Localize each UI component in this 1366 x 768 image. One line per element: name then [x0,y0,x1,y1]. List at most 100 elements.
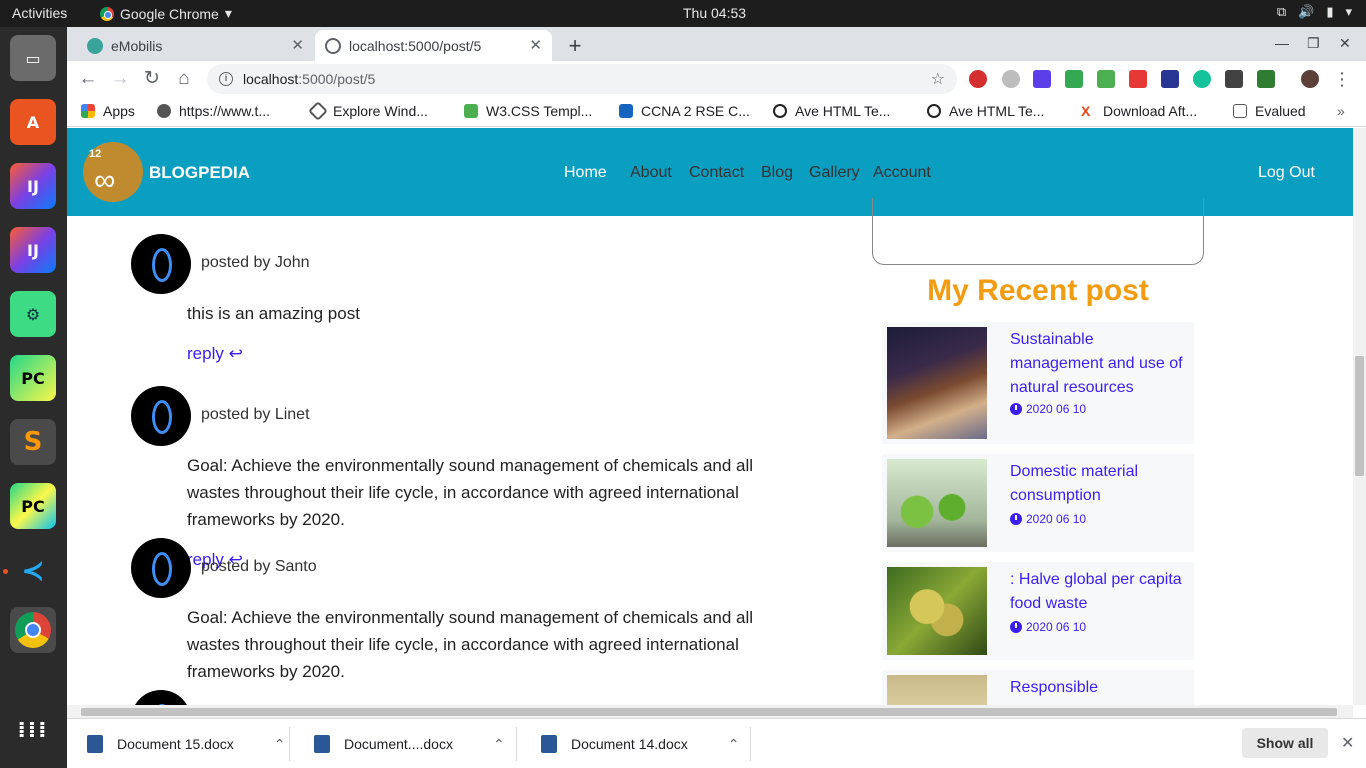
date-text: 2020 06 10 [1026,402,1087,416]
recent-post-title[interactable]: : Halve global per capita food waste [1010,568,1190,616]
reply-link[interactable]: reply ↩ [187,344,243,364]
download-item[interactable]: Document....docx ⌃ [314,735,505,753]
bookmark-label: https://www.t... [179,103,271,119]
close-window-icon[interactable]: ✕ [1339,35,1351,52]
nav-blog[interactable]: Blog [761,164,793,182]
recent-post-item[interactable]: Domestic material consumption 2020 06 10 [882,454,1194,552]
divider [750,727,751,761]
adblock-extension-icon[interactable] [969,70,987,88]
nav-home[interactable]: Home [564,164,607,182]
bookmark-item[interactable]: https://www.t... [157,103,270,119]
intellij-icon[interactable]: IJ [10,227,56,273]
chevron-up-icon[interactable]: ⌃ [274,736,286,753]
horizontal-scrollbar[interactable] [67,705,1353,718]
extension-icon[interactable] [1161,70,1179,88]
post-thumbnail[interactable] [887,567,987,655]
recent-post-item[interactable]: Responsible [882,670,1194,705]
extension-icon[interactable] [1002,70,1020,88]
logout-link[interactable]: Log Out [1258,164,1315,182]
bookmark-item[interactable]: CCNA 2 RSE C... [619,103,750,119]
recent-post-date: 2020 06 10 [1010,620,1086,634]
forward-icon[interactable]: → [107,66,133,92]
close-icon[interactable]: ✕ [291,36,304,54]
nav-about[interactable]: About [630,164,672,182]
clock[interactable]: Thu 04:53 [683,5,746,21]
extension-icon[interactable] [1033,70,1051,88]
extension-icon[interactable] [1225,70,1243,88]
scrollbar-thumb[interactable] [81,708,1337,716]
show-apps-icon[interactable]: ⁞⁞⁞ [10,707,56,753]
system-tray[interactable]: ⧉ 🔊 ▮ ▾ [1277,4,1352,20]
globe-icon [157,104,171,118]
menu-icon[interactable]: ⋮ [1333,70,1351,88]
extension-icon[interactable] [1257,70,1275,88]
scrollbar-thumb[interactable] [1355,356,1364,476]
pycharm-icon[interactable]: PC [10,355,56,401]
post-thumbnail[interactable] [887,327,987,439]
tab-emobilis[interactable]: eMobilis ✕ [77,30,314,61]
app-menu[interactable]: Google Chrome ▾ [100,5,232,22]
bookmark-star-icon[interactable]: ☆ [931,69,945,89]
chevron-down-icon: ▾ [224,5,232,21]
minimize-icon[interactable]: — [1275,35,1289,51]
bookmark-item[interactable]: Ave HTML Te... [927,103,1044,119]
back-icon[interactable]: ← [75,66,101,92]
download-item[interactable]: Document 15.docx ⌃ [87,735,285,753]
extension-icon[interactable] [1097,70,1115,88]
chevron-up-icon[interactable]: ⌃ [493,736,505,753]
bookmark-item[interactable]: Evalued [1233,103,1306,119]
download-item[interactable]: Document 14.docx ⌃ [541,735,739,753]
recent-post-title[interactable]: Responsible [1010,676,1190,700]
files-icon[interactable]: ▭ [10,35,56,81]
close-icon[interactable]: ✕ [529,36,542,54]
profile-avatar[interactable] [1301,70,1319,88]
recent-post-title[interactable]: Sustainable management and use of natura… [1010,328,1190,400]
avatar [131,386,191,446]
address-bar[interactable]: i localhost:5000/post/5 ☆ [207,64,957,94]
chrome-icon[interactable] [10,607,56,653]
close-icon[interactable]: ✕ [1341,733,1354,753]
bookmark-item[interactable]: W3.CSS Templ... [464,103,592,119]
bookmark-item[interactable]: Explore Wind... [308,101,428,121]
post-thumbnail[interactable] [887,675,987,705]
show-all-button[interactable]: Show all [1242,728,1328,758]
recent-post-item[interactable]: Sustainable management and use of natura… [882,322,1194,444]
android-studio-icon[interactable]: ⚙ [10,291,56,337]
nav-gallery[interactable]: Gallery [809,164,860,182]
tab-title: localhost:5000/post/5 [349,37,482,54]
bookmark-apps[interactable]: Apps [81,103,135,119]
software-center-icon[interactable]: A [10,99,56,145]
bookmark-label: Explore Wind... [333,103,428,119]
bookmark-item[interactable]: Ave HTML Te... [773,103,890,119]
tab-strip: eMobilis ✕ localhost:5000/post/5 ✕ + — ❐… [67,27,1366,61]
info-icon[interactable]: i [219,72,233,86]
extension-icon[interactable] [1129,70,1147,88]
grammarly-icon[interactable] [1193,70,1211,88]
recent-post-item[interactable]: : Halve global per capita food waste 202… [882,562,1194,660]
home-icon[interactable]: ⌂ [171,66,197,92]
nav-account[interactable]: Account [873,164,931,182]
volume-icon: 🔊 [1298,4,1315,19]
extension-icon[interactable] [1065,70,1083,88]
pycharm-icon[interactable]: PC [10,483,56,529]
maximize-icon[interactable]: ❐ [1307,35,1320,52]
sublime-text-icon[interactable]: S [10,419,56,465]
chevron-up-icon[interactable]: ⌃ [728,736,740,753]
bookmark-item[interactable]: X Download Aft... [1081,103,1197,119]
nav-contact[interactable]: Contact [689,164,744,182]
tab-localhost[interactable]: localhost:5000/post/5 ✕ [315,30,552,61]
site-logo[interactable]: 12 ∞ [83,142,143,202]
recent-post-title[interactable]: Domestic material consumption [1010,460,1190,508]
bookmarks-overflow-icon[interactable]: » [1337,103,1345,119]
post-thumbnail[interactable] [887,459,987,547]
reply-label: reply [187,344,224,363]
globe-icon [325,37,341,54]
intellij-icon[interactable]: IJ [10,163,56,209]
vertical-scrollbar[interactable] [1353,128,1366,705]
infinity-icon: ∞ [94,164,116,197]
new-tab-button[interactable]: + [562,34,588,60]
reload-icon[interactable]: ↻ [139,66,165,92]
activities-button[interactable]: Activities [12,5,67,21]
vscode-icon[interactable]: ≺ [10,547,56,593]
brand-name[interactable]: BLOGPEDIA [149,163,250,183]
